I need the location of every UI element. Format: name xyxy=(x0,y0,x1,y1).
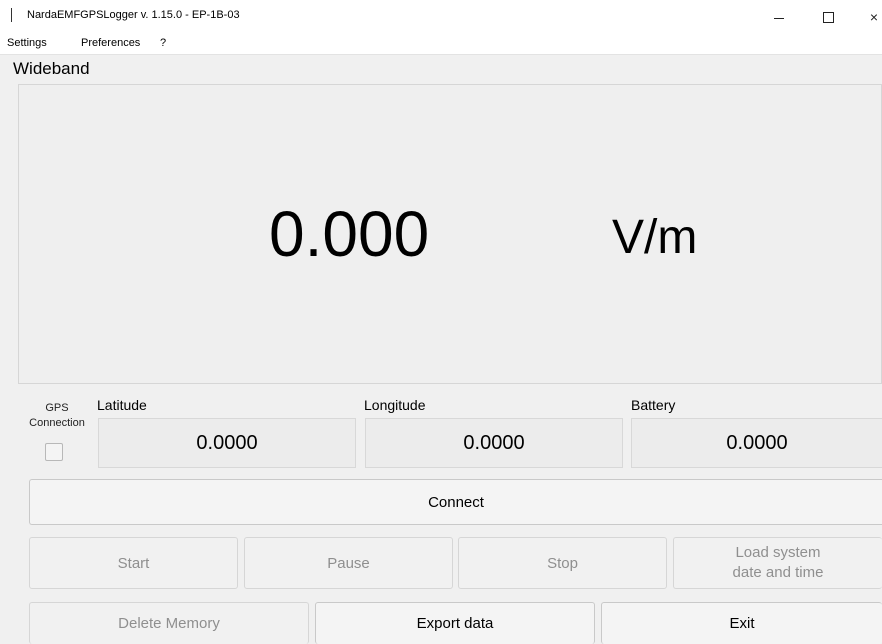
load-button-label: Load system date and time xyxy=(733,543,824,583)
minimize-icon xyxy=(774,17,784,19)
menu-preferences[interactable]: Preferences xyxy=(81,37,140,49)
wideband-label: Wideband xyxy=(13,59,90,78)
connect-button[interactable]: Connect xyxy=(29,479,882,525)
window-title: NardaEMFGPSLogger v. 1.15.0 - EP-1B-03 xyxy=(27,9,240,21)
minimize-button[interactable] xyxy=(756,0,802,34)
gps-connection-label: GPS Connection xyxy=(22,401,92,431)
latitude-label: Latitude xyxy=(97,397,147,413)
battery-value: 0.0000 xyxy=(631,418,882,468)
app-icon xyxy=(11,8,12,22)
exit-button[interactable]: Exit xyxy=(601,602,882,644)
close-button[interactable]: × xyxy=(851,0,882,34)
battery-label: Battery xyxy=(631,397,676,413)
app-window: NardaEMFGPSLogger v. 1.15.0 - EP-1B-03 ×… xyxy=(0,0,882,644)
menu-settings[interactable]: Settings xyxy=(7,37,47,49)
pause-button[interactable]: Pause xyxy=(244,537,453,589)
field-strength-unit: V/m xyxy=(612,211,698,264)
maximize-icon xyxy=(822,11,834,23)
longitude-value: 0.0000 xyxy=(365,418,623,468)
longitude-label: Longitude xyxy=(364,397,426,413)
load-button-line2: date and time xyxy=(732,564,824,581)
load-system-date-time-button[interactable]: Load system date and time xyxy=(673,537,882,589)
latitude-value: 0.0000 xyxy=(98,418,356,468)
maximize-button[interactable] xyxy=(805,0,851,34)
gps-label-line1: GPS xyxy=(45,402,69,414)
field-strength-value: 0.000 xyxy=(269,198,430,270)
stop-button[interactable]: Stop xyxy=(458,537,667,589)
close-icon: × xyxy=(869,9,879,25)
gps-label-line2: Connection xyxy=(29,417,85,429)
export-data-button[interactable]: Export data xyxy=(315,602,595,644)
delete-memory-button[interactable]: Delete Memory xyxy=(29,602,309,644)
menu-bar: Settings Preferences ? xyxy=(0,34,882,55)
wideband-display xyxy=(18,84,882,384)
menu-help[interactable]: ? xyxy=(160,37,166,49)
gps-connection-checkbox[interactable] xyxy=(45,443,63,461)
load-button-line1: Load system xyxy=(735,544,821,561)
title-bar[interactable]: NardaEMFGPSLogger v. 1.15.0 - EP-1B-03 × xyxy=(0,0,882,34)
start-button[interactable]: Start xyxy=(29,537,238,589)
